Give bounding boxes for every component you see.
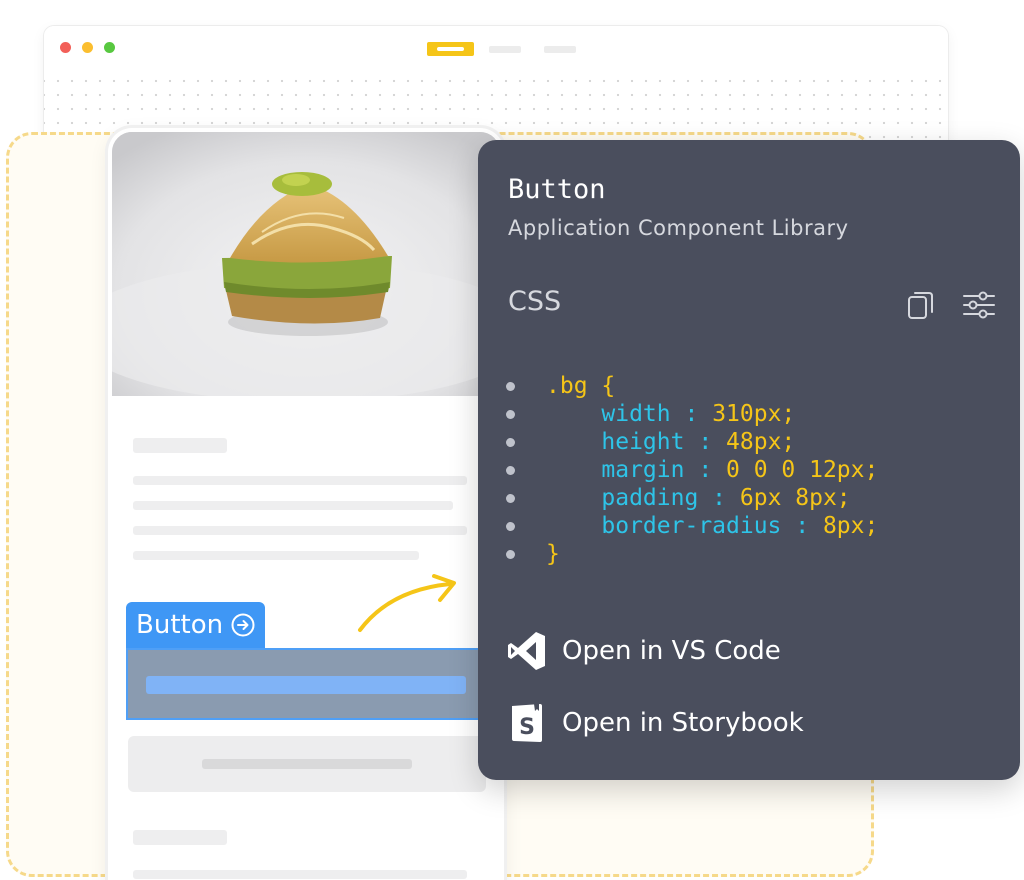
selected-button-component[interactable] — [126, 648, 490, 720]
open-in-vscode-label: Open in VS Code — [562, 636, 781, 666]
code-line: padding : 6px 8px; — [506, 484, 851, 512]
code-line: border-radius : 8px; — [506, 512, 878, 540]
browser-tab-active[interactable] — [427, 42, 474, 56]
code-line: } — [506, 540, 617, 568]
secondary-button-placeholder[interactable] — [128, 736, 486, 792]
code-value: 0 0 0 12px; — [726, 457, 879, 483]
button-label-placeholder — [146, 676, 466, 694]
code-value: 310px; — [712, 401, 796, 427]
baklava-image — [112, 132, 500, 396]
code-property: width — [601, 401, 671, 427]
line-marker — [506, 522, 515, 531]
component-name: Button — [508, 174, 606, 205]
code-language-label: CSS — [508, 286, 562, 317]
vscode-icon — [508, 632, 545, 670]
placeholder-heading — [133, 830, 227, 845]
placeholder-heading — [133, 438, 227, 453]
css-code-block[interactable]: .bg { width : 310px; height : 48px; marg… — [506, 372, 878, 568]
code-value: 6px 8px; — [739, 485, 851, 511]
placeholder-line — [133, 551, 419, 560]
placeholder-line — [133, 526, 467, 535]
button-label-placeholder — [202, 759, 412, 769]
food-photo — [112, 132, 500, 396]
code-property: margin — [601, 457, 685, 483]
code-value: 48px; — [726, 429, 796, 455]
maximize-window-dot[interactable] — [104, 42, 115, 53]
close-window-dot[interactable] — [60, 42, 71, 53]
minimize-window-dot[interactable] — [82, 42, 93, 53]
copy-icon[interactable] — [904, 288, 938, 322]
svg-text:S: S — [519, 715, 535, 740]
component-tag[interactable]: Button — [126, 602, 266, 648]
code-line: height : 48px; — [506, 428, 795, 456]
line-marker — [506, 382, 515, 391]
open-in-storybook-link[interactable]: S Open in Storybook — [508, 702, 804, 744]
open-in-storybook-label: Open in Storybook — [562, 708, 804, 738]
curved-arrow-icon — [358, 574, 456, 632]
storybook-icon: S — [512, 704, 542, 742]
line-marker — [506, 410, 515, 419]
line-marker — [506, 466, 515, 475]
line-marker — [506, 494, 515, 503]
code-property: height — [601, 429, 685, 455]
arrow-right-circle-icon[interactable] — [231, 613, 255, 637]
browser-tab[interactable] — [544, 46, 576, 53]
library-name: Application Component Library — [508, 216, 849, 240]
placeholder-line — [133, 870, 467, 879]
canvas: Button Button Application Component Libr… — [0, 0, 1024, 880]
code-property: border-radius — [601, 513, 782, 539]
code-property: padding — [601, 485, 699, 511]
code-line: margin : 0 0 0 12px; — [506, 456, 878, 484]
line-marker — [506, 550, 515, 559]
component-tag-label: Button — [136, 610, 224, 640]
placeholder-line — [133, 501, 453, 510]
code-selector: .bg { — [546, 373, 616, 399]
code-value: 8px; — [822, 513, 879, 539]
code-selector: } — [546, 541, 560, 567]
placeholder-line — [133, 476, 467, 485]
inspector-panel: Button Application Component Library CSS… — [478, 140, 1020, 780]
open-in-vscode-link[interactable]: Open in VS Code — [508, 630, 781, 672]
code-line: width : 310px; — [506, 400, 795, 428]
browser-tab[interactable] — [489, 46, 521, 53]
line-marker — [506, 438, 515, 447]
code-line: .bg { — [506, 372, 617, 400]
settings-sliders-icon[interactable] — [962, 288, 996, 322]
browser-titlebar — [44, 26, 948, 70]
